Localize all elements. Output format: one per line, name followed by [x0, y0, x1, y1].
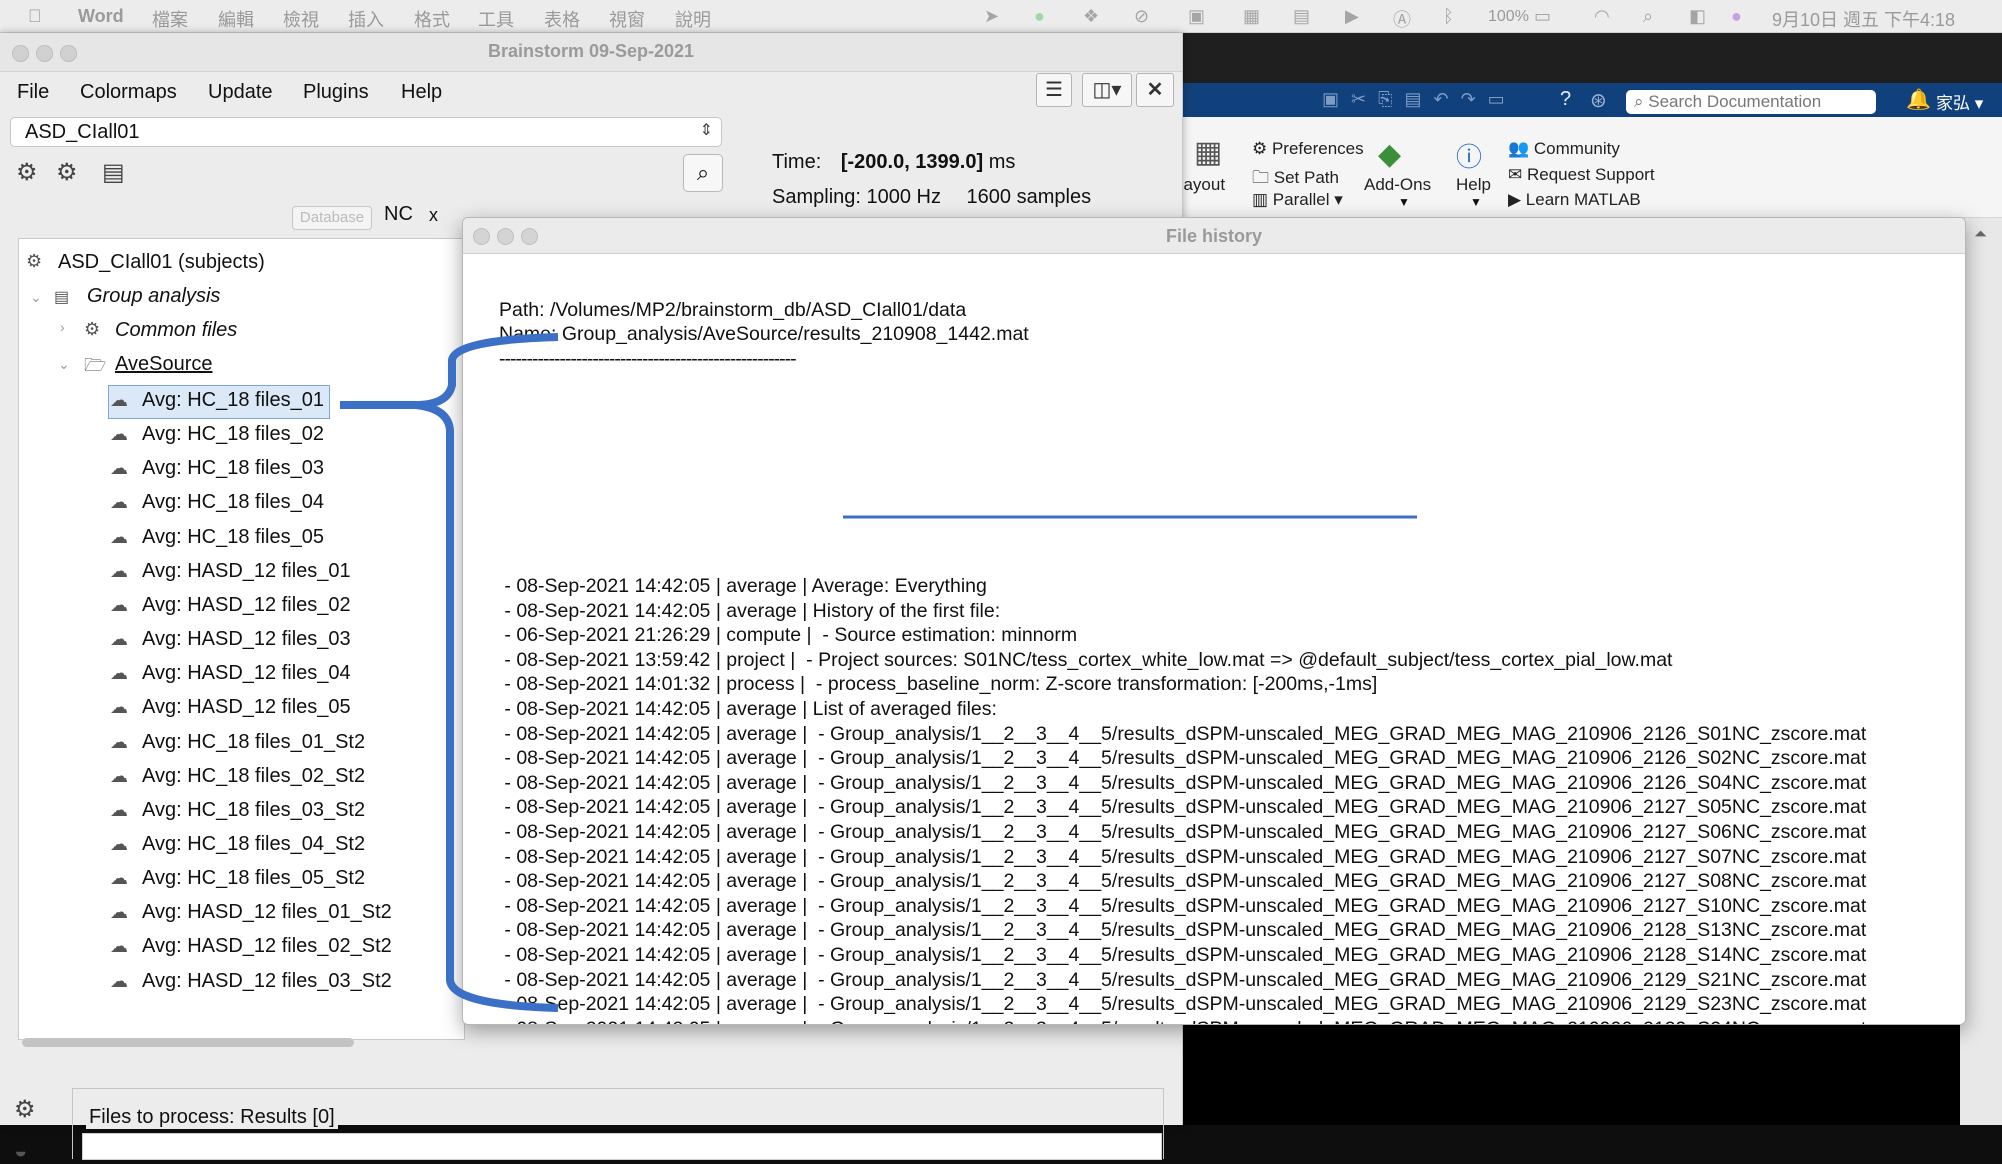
annotation-brace: [340, 333, 559, 409]
process-files-list[interactable]: [82, 1133, 1162, 1160]
annotation-brace-lower: [414, 401, 559, 1012]
process-type-icon[interactable]: ◒: [14, 1138, 27, 1164]
annotation-overlay: [340, 333, 1417, 1012]
